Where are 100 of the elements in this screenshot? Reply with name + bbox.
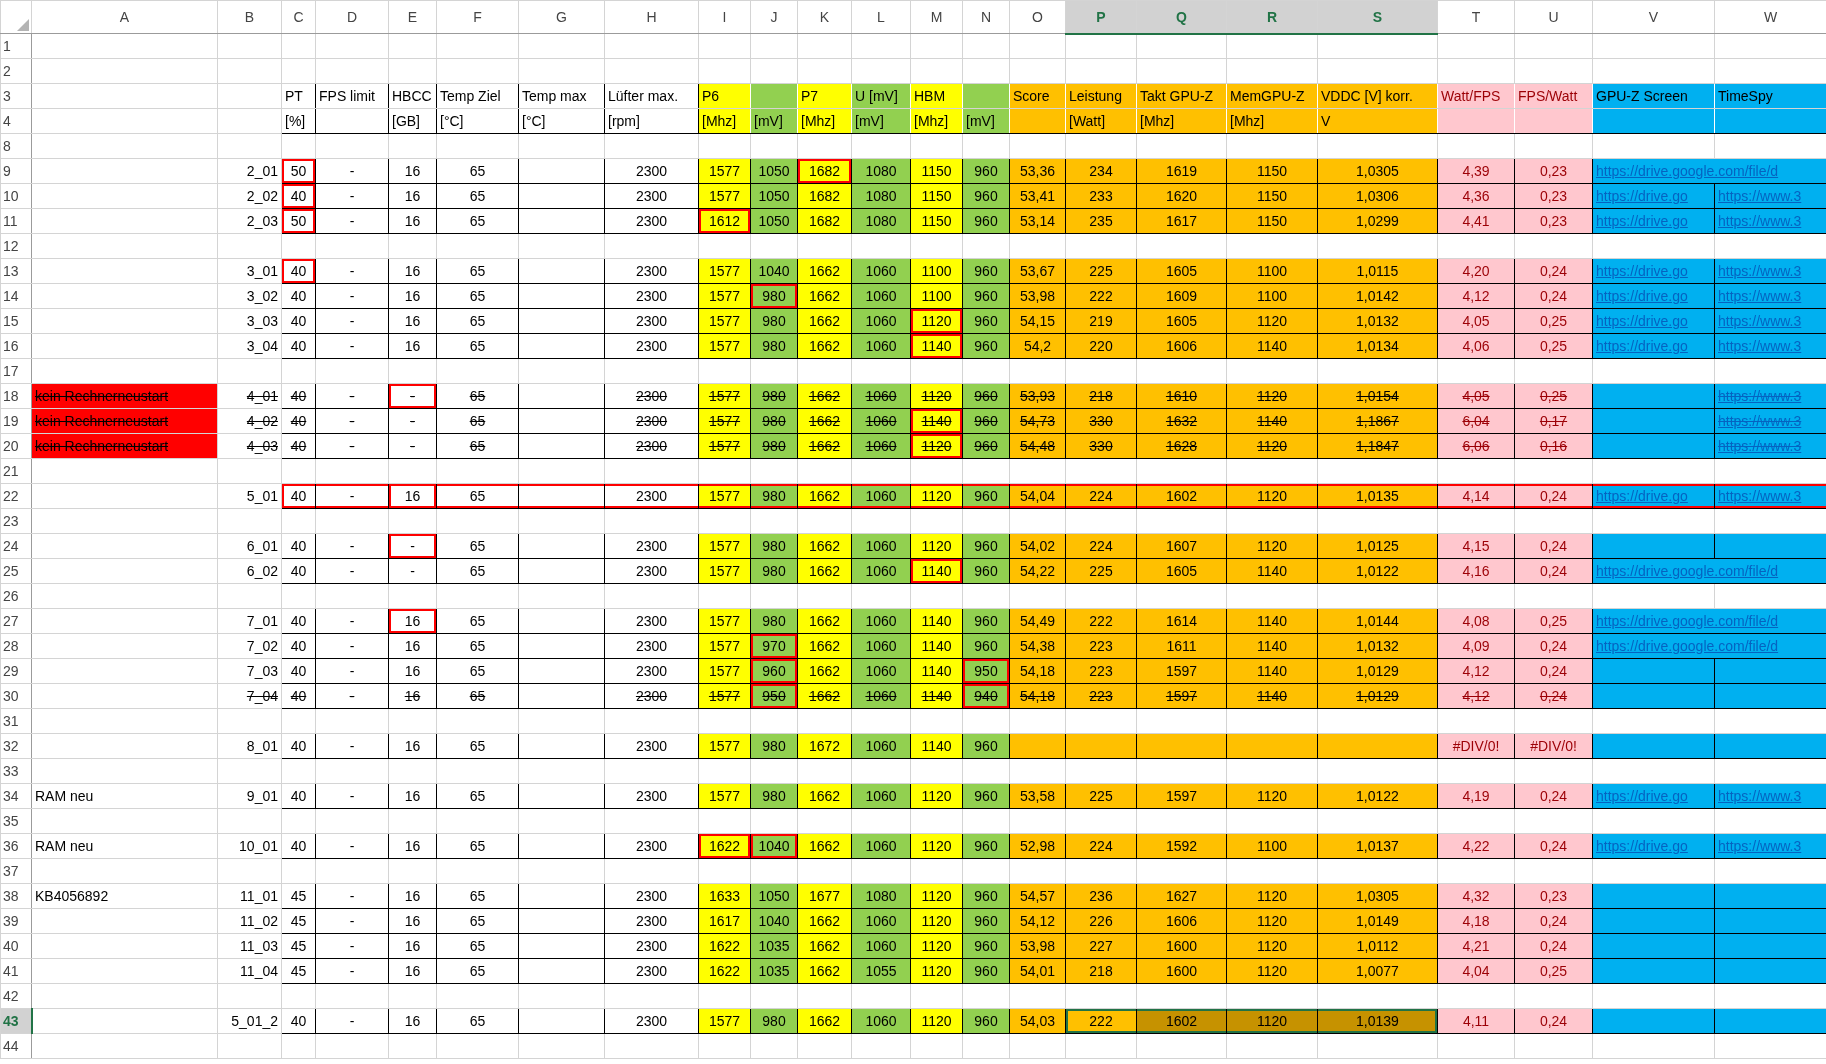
table-cell: 7_01 [217,608,282,634]
column-header[interactable]: I [698,0,751,34]
row-header[interactable]: 12 [0,233,32,259]
table-cell: 1597 [1136,658,1227,684]
table-cell: 1606 [1136,333,1227,359]
row-header[interactable]: 28 [0,633,32,659]
row-header[interactable]: 38 [0,883,32,909]
row-header[interactable]: 41 [0,958,32,984]
column-header[interactable]: P [1065,0,1137,34]
column-title: Lüfter max. [604,83,699,109]
table-cell: 3_02 [217,283,282,309]
table-cell: 0,24 [1514,933,1593,959]
row-header[interactable]: 42 [0,983,32,1009]
table-cell: 16 [388,483,437,509]
column-header[interactable]: U [1514,0,1593,34]
row-header[interactable]: 25 [0,558,32,584]
row-header[interactable]: 21 [0,458,32,484]
row-header[interactable]: 40 [0,933,32,959]
row-header[interactable]: 35 [0,808,32,834]
column-header[interactable]: S [1317,0,1438,34]
column-header[interactable]: B [217,0,282,34]
row-header[interactable]: 16 [0,333,32,359]
row-header[interactable]: 24 [0,533,32,559]
row-header[interactable]: 44 [0,1033,32,1059]
column-title: [°C] [436,108,519,134]
row-header[interactable]: 37 [0,858,32,884]
row-header[interactable]: 11 [0,208,32,234]
column-header[interactable]: A [31,0,218,34]
column-header[interactable]: C [281,0,316,34]
column-header[interactable]: L [851,0,911,34]
column-header[interactable]: T [1437,0,1515,34]
table-cell: 2300 [604,683,699,709]
row-header[interactable]: 39 [0,908,32,934]
row-header[interactable]: 9 [0,158,32,184]
column-header[interactable]: E [388,0,437,34]
column-header[interactable]: W [1714,0,1826,34]
row-header[interactable]: 33 [0,758,32,784]
row-header[interactable]: 3 [0,83,32,109]
table-cell: 1,1867 [1317,408,1438,434]
row-header[interactable]: 31 [0,708,32,734]
row-header[interactable]: 19 [0,408,32,434]
table-cell: - [315,333,389,359]
table-cell: 1140 [1226,633,1318,659]
table-cell: 40 [281,733,316,759]
row-header[interactable]: 18 [0,383,32,409]
row-header[interactable]: 30 [0,683,32,709]
row-header[interactable]: 34 [0,783,32,809]
table-cell: 1,0305 [1317,158,1438,184]
row-header[interactable]: 1 [0,33,32,59]
row-header[interactable]: 43 [0,1008,32,1034]
table-cell: 2300 [604,533,699,559]
row-header[interactable]: 8 [0,133,32,159]
row-header[interactable]: 15 [0,308,32,334]
column-title: FPS/Watt [1514,83,1593,109]
column-header[interactable]: M [910,0,963,34]
row-header[interactable]: 27 [0,608,32,634]
select-all-icon[interactable] [17,19,29,31]
row-header[interactable]: 13 [0,258,32,284]
table-cell: #DIV/0! [1514,733,1593,759]
column-header[interactable]: R [1226,0,1318,34]
table-cell: 1,0125 [1317,533,1438,559]
row-header[interactable]: 22 [0,483,32,509]
column-header[interactable]: O [1009,0,1066,34]
table-cell: 40 [281,333,316,359]
row-header[interactable]: 4 [0,108,32,134]
column-header[interactable]: J [750,0,798,34]
column-title: VDDC [V] korr. [1317,83,1438,109]
column-header[interactable]: F [436,0,519,34]
table-cell: 1617 [1136,208,1227,234]
table-cell: 16 [388,958,437,984]
column-header[interactable]: G [518,0,605,34]
table-cell: 40 [281,833,316,859]
row-header[interactable]: 20 [0,433,32,459]
row-header[interactable]: 10 [0,183,32,209]
table-cell: RAM neu [31,833,218,859]
row-header[interactable]: 29 [0,658,32,684]
table-cell: 16 [388,633,437,659]
row-header[interactable]: 17 [0,358,32,384]
table-cell: 0,24 [1514,683,1593,709]
row-header[interactable]: 36 [0,833,32,859]
table-cell: 1592 [1136,833,1227,859]
table-cell: 65 [436,733,519,759]
column-header[interactable]: N [962,0,1010,34]
table-cell: 1628 [1136,433,1227,459]
column-header[interactable]: K [797,0,852,34]
table-cell: - [315,733,389,759]
table-cell: 1,0129 [1317,658,1438,684]
column-header[interactable]: Q [1136,0,1227,34]
row-header[interactable]: 14 [0,283,32,309]
row-header[interactable]: 26 [0,583,32,609]
table-cell: 2300 [604,158,699,184]
column-header[interactable]: V [1592,0,1715,34]
table-cell: 0,24 [1514,833,1593,859]
column-header[interactable]: D [315,0,389,34]
table-cell: 11_03 [217,933,282,959]
table-cell: 16 [388,283,437,309]
row-header[interactable]: 32 [0,733,32,759]
row-header[interactable]: 23 [0,508,32,534]
column-header[interactable]: H [604,0,699,34]
row-header[interactable]: 2 [0,58,32,84]
